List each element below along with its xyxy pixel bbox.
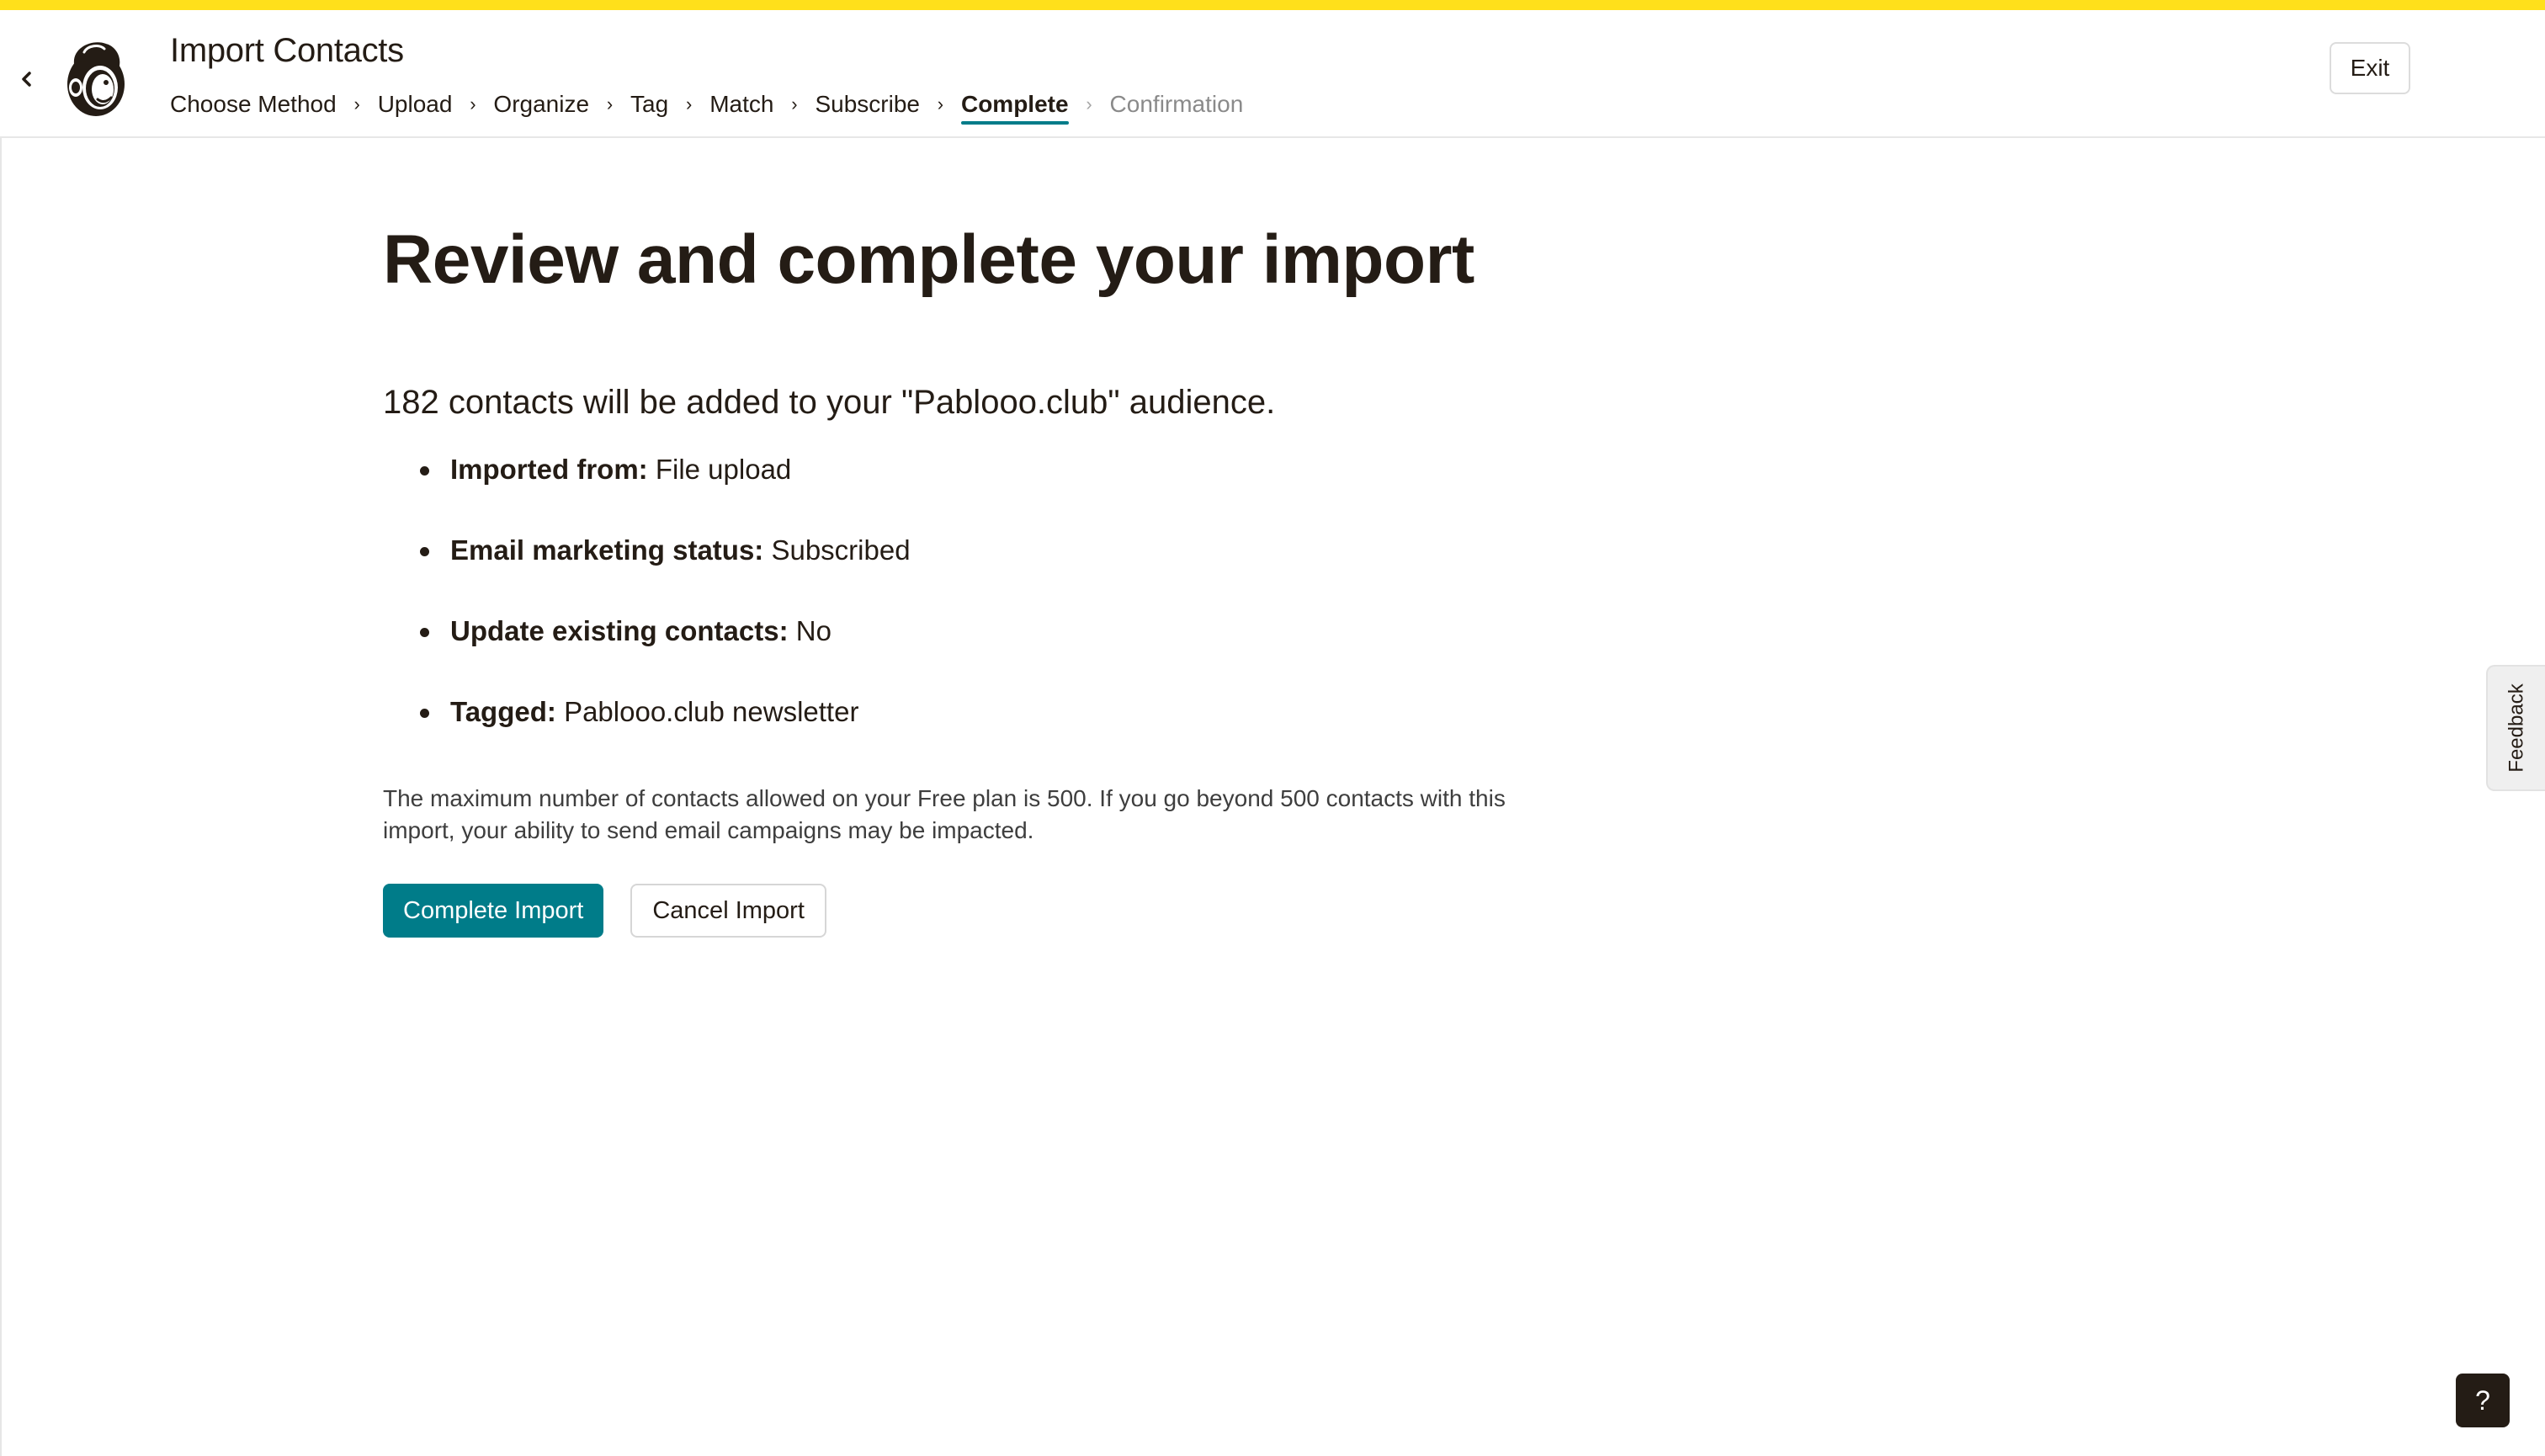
step-separator-icon: › xyxy=(937,93,944,114)
detail-value: File upload xyxy=(655,454,792,486)
step-confirmation: Confirmation xyxy=(1109,91,1244,117)
cancel-import-button[interactable]: Cancel Import xyxy=(630,884,826,938)
list-item: Tagged: Pablooo.club newsletter xyxy=(383,695,1561,776)
list-item: Update existing contacts: No xyxy=(383,614,1561,695)
review-heading: Review and complete your import xyxy=(383,221,1474,298)
detail-label: Tagged: xyxy=(450,696,556,728)
detail-label: Email marketing status: xyxy=(450,534,764,566)
step-separator-icon: › xyxy=(1086,93,1092,114)
step-tag[interactable]: Tag xyxy=(630,91,668,123)
step-separator-icon: › xyxy=(686,93,693,114)
step-upload[interactable]: Upload xyxy=(378,91,453,123)
window-edge xyxy=(0,10,2,1456)
plan-limit-notice: The maximum number of contacts allowed o… xyxy=(383,785,1506,844)
step-match[interactable]: Match xyxy=(709,91,773,123)
import-steps-breadcrumb: Choose Method › Upload › Organize › Tag … xyxy=(170,86,1243,128)
step-separator-icon: › xyxy=(470,93,476,114)
top-accent-stripe xyxy=(0,0,2545,10)
list-item: Email marketing status: Subscribed xyxy=(383,534,1561,614)
mailchimp-logo[interactable] xyxy=(59,35,133,120)
import-header: Import Contacts Choose Method › Upload ›… xyxy=(0,10,2545,138)
help-button[interactable]: ? xyxy=(2456,1374,2510,1427)
detail-value: Subscribed xyxy=(771,534,911,566)
back-button[interactable] xyxy=(15,62,39,96)
step-choose-method[interactable]: Choose Method xyxy=(170,91,337,123)
detail-value: Pablooo.club newsletter xyxy=(564,696,859,728)
complete-import-button[interactable]: Complete Import xyxy=(383,884,604,938)
step-separator-icon: › xyxy=(606,93,614,114)
chevron-left-icon xyxy=(22,72,31,87)
feedback-tab[interactable]: Feedback xyxy=(2486,665,2545,791)
exit-button[interactable]: Exit xyxy=(2330,42,2410,94)
feedback-label: Feedback xyxy=(2505,683,2528,773)
import-details-list: Imported from: File upload Email marketi… xyxy=(383,453,1561,776)
step-separator-icon: › xyxy=(353,93,360,114)
step-complete[interactable]: Complete xyxy=(960,91,1069,125)
detail-value: No xyxy=(795,615,832,647)
page-title: Import Contacts xyxy=(170,32,404,69)
mailchimp-freddie-logo-icon xyxy=(67,42,125,116)
step-organize[interactable]: Organize xyxy=(493,91,589,123)
import-summary: 182 contacts will be added to your "Pabl… xyxy=(383,384,1276,422)
step-subscribe[interactable]: Subscribe xyxy=(815,91,920,123)
detail-label: Imported from: xyxy=(450,454,648,486)
review-import-panel: Review and complete your import 182 cont… xyxy=(383,138,1561,938)
list-item: Imported from: File upload xyxy=(383,453,1561,534)
import-actions: Complete Import Cancel Import xyxy=(383,884,1561,938)
step-separator-icon: › xyxy=(791,93,798,114)
detail-label: Update existing contacts: xyxy=(450,615,789,647)
question-mark-icon: ? xyxy=(2475,1384,2490,1416)
